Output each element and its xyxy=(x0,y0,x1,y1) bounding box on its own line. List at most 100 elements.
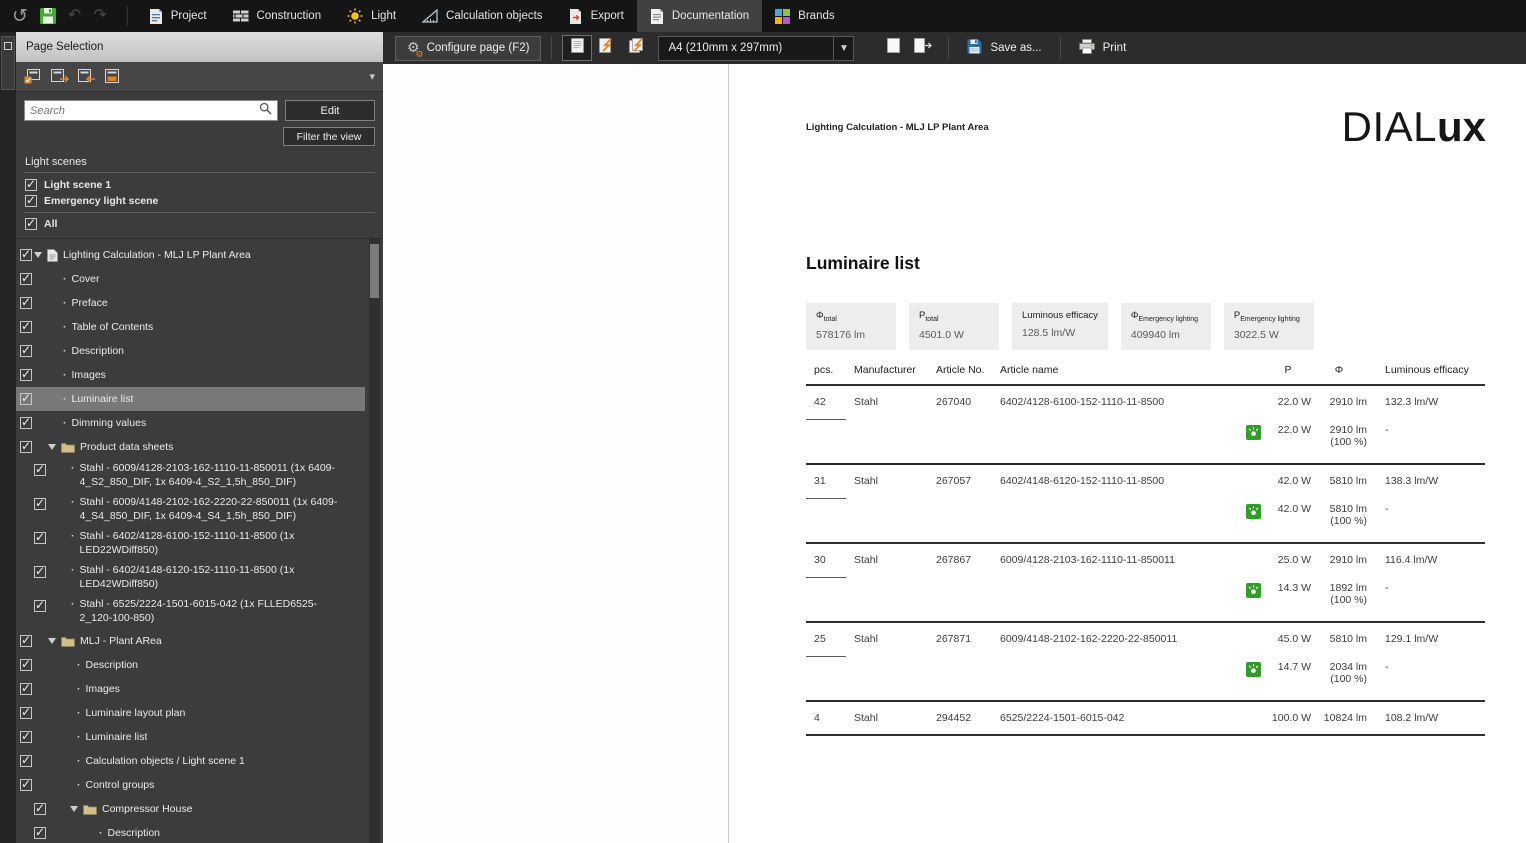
checkbox[interactable] xyxy=(20,777,32,791)
tree-item[interactable]: · Preface xyxy=(16,291,365,315)
checkbox[interactable] xyxy=(20,753,32,767)
tree-item[interactable]: · Stahl - 6009/4128-2103-162-1110-11-8500… xyxy=(16,459,365,493)
checkbox[interactable] xyxy=(34,530,46,544)
tree-scrollbar-thumb[interactable] xyxy=(370,244,379,298)
checkbox[interactable] xyxy=(34,564,46,578)
tab-construction[interactable]: Construction xyxy=(220,0,335,32)
expander-icon[interactable] xyxy=(70,806,78,812)
chevron-down-icon[interactable]: ▾ xyxy=(369,70,375,83)
pcs-cell: 4 xyxy=(806,701,846,736)
tab-documentation[interactable]: Documentation xyxy=(636,0,763,32)
configure-page-button[interactable]: ⚙ ⚙ Configure page (F2) xyxy=(395,35,542,61)
tree-item[interactable]: · Luminaire layout plan xyxy=(16,701,365,725)
search-input[interactable] xyxy=(24,100,278,121)
checkbox[interactable] xyxy=(20,729,32,743)
checkbox[interactable] xyxy=(25,216,37,230)
page-flow-button[interactable] xyxy=(908,35,938,61)
print-button[interactable]: Print xyxy=(1071,35,1135,61)
tree-item[interactable]: · Description xyxy=(16,821,365,843)
expander-icon[interactable] xyxy=(34,252,42,258)
checkbox[interactable] xyxy=(20,439,32,453)
history-back-icon[interactable]: ↺ xyxy=(12,7,28,26)
luminaire-table: pcs. Manufacturer Article No. Article na… xyxy=(806,364,1485,736)
checkbox[interactable] xyxy=(20,271,32,285)
send-page-up-button[interactable] xyxy=(592,35,622,61)
checkbox[interactable] xyxy=(20,415,32,429)
highlight-page-icon[interactable] xyxy=(105,69,122,84)
search-field[interactable] xyxy=(30,104,259,117)
flux-cell: 2034 lm (100 %) xyxy=(1311,656,1367,702)
tree-item[interactable]: · Calculation objects / Light scene 1 xyxy=(16,749,365,773)
checkbox[interactable] xyxy=(20,319,32,333)
checkbox[interactable] xyxy=(34,825,46,839)
tree-item[interactable]: · Stahl - 6009/4148-2102-162-2220-22-8500… xyxy=(16,493,365,527)
power-cell: 14.7 W xyxy=(1265,656,1311,702)
tree-item[interactable]: · Stahl - 6402/4148-6120-152-1110-11-8500… xyxy=(16,561,365,595)
tab-light[interactable]: Light xyxy=(334,0,409,32)
checkbox[interactable] xyxy=(20,343,32,357)
tree-item[interactable]: · Stahl - 6402/4128-6100-152-1110-11-8500… xyxy=(16,527,365,561)
light-scene-item[interactable]: Emergency light scene xyxy=(16,193,383,209)
tree-item[interactable]: · Images xyxy=(16,363,365,387)
checkbox[interactable] xyxy=(20,657,32,671)
tree-item[interactable]: · Images xyxy=(16,677,365,701)
save-as-button[interactable]: Save as... xyxy=(959,35,1049,61)
divider xyxy=(24,212,375,213)
checkbox[interactable] xyxy=(20,367,32,381)
checkbox[interactable] xyxy=(20,247,32,261)
checkbox[interactable] xyxy=(20,295,32,309)
tree-item[interactable]: · Description xyxy=(16,653,365,677)
light-scene-item[interactable]: Light scene 1 xyxy=(16,177,383,193)
checkbox[interactable] xyxy=(20,633,32,647)
tree-item[interactable]: Product data sheets xyxy=(16,435,365,459)
checkbox[interactable] xyxy=(34,598,46,612)
tree-item[interactable]: Lighting Calculation - MLJ LP Plant Area xyxy=(16,243,365,267)
checkbox[interactable] xyxy=(20,705,32,719)
undo-icon[interactable]: ↶ xyxy=(68,8,81,24)
chevron-down-icon[interactable]: ▼ xyxy=(833,36,853,60)
save-icon[interactable] xyxy=(39,8,56,24)
export-page-icon[interactable] xyxy=(78,69,97,84)
tree-item[interactable]: · Dimming values xyxy=(16,411,365,435)
checkbox[interactable] xyxy=(34,801,46,815)
gap-cell xyxy=(1367,385,1385,419)
filter-view-button[interactable]: Filter the view xyxy=(283,127,375,146)
page-preview-button[interactable] xyxy=(562,35,593,61)
tree-scrollbar[interactable] xyxy=(369,239,380,843)
tree-item[interactable]: · Table of Contents xyxy=(16,315,365,339)
panel-tab[interactable] xyxy=(1,36,15,90)
page-size-dropdown[interactable]: A4 (210mm x 297mm) ▼ xyxy=(658,35,855,61)
redo-icon[interactable]: ↷ xyxy=(93,8,106,24)
bullet: · xyxy=(71,564,75,576)
tree-item[interactable]: · Description xyxy=(16,339,365,363)
checkbox[interactable] xyxy=(25,193,37,207)
pcs-cell: 30 xyxy=(806,543,846,578)
tree-item[interactable]: · Cover xyxy=(16,267,365,291)
edit-button[interactable]: Edit xyxy=(285,100,375,121)
tree-item[interactable]: · Luminaire list xyxy=(16,387,365,411)
tree-item[interactable]: · Luminaire list xyxy=(16,725,365,749)
checkbox[interactable] xyxy=(34,462,46,476)
expander-icon[interactable] xyxy=(48,638,56,644)
select-all-pages-icon[interactable] xyxy=(24,69,43,84)
checkbox[interactable] xyxy=(25,177,37,191)
tree-item[interactable]: · Control groups xyxy=(16,773,365,797)
tree-item[interactable]: · Stahl - 6525/2224-1501-6015-042 (1x FLL… xyxy=(16,595,365,629)
icon-cell xyxy=(1237,498,1265,544)
tab-export[interactable]: Export xyxy=(556,0,637,32)
tree-item-label: Luminaire list xyxy=(71,393,134,405)
checkbox[interactable] xyxy=(20,681,32,695)
light-scene-item[interactable]: All xyxy=(16,216,383,232)
send-all-pages-button[interactable] xyxy=(622,35,652,61)
expander-icon[interactable] xyxy=(48,444,56,450)
blank-page-button[interactable] xyxy=(878,35,908,61)
checkbox[interactable] xyxy=(34,496,46,510)
tab-brands[interactable]: Brands xyxy=(762,0,847,32)
tree-item[interactable]: MLJ - Plant ARea xyxy=(16,629,365,653)
insert-page-icon[interactable] xyxy=(51,69,70,84)
power-cell: 14.3 W xyxy=(1265,577,1311,623)
tab-project[interactable]: Project xyxy=(136,0,220,32)
tab-calculation-objects[interactable]: Calculation objects xyxy=(409,0,556,32)
checkbox[interactable] xyxy=(20,391,32,405)
tree-item[interactable]: Compressor House xyxy=(16,797,365,821)
